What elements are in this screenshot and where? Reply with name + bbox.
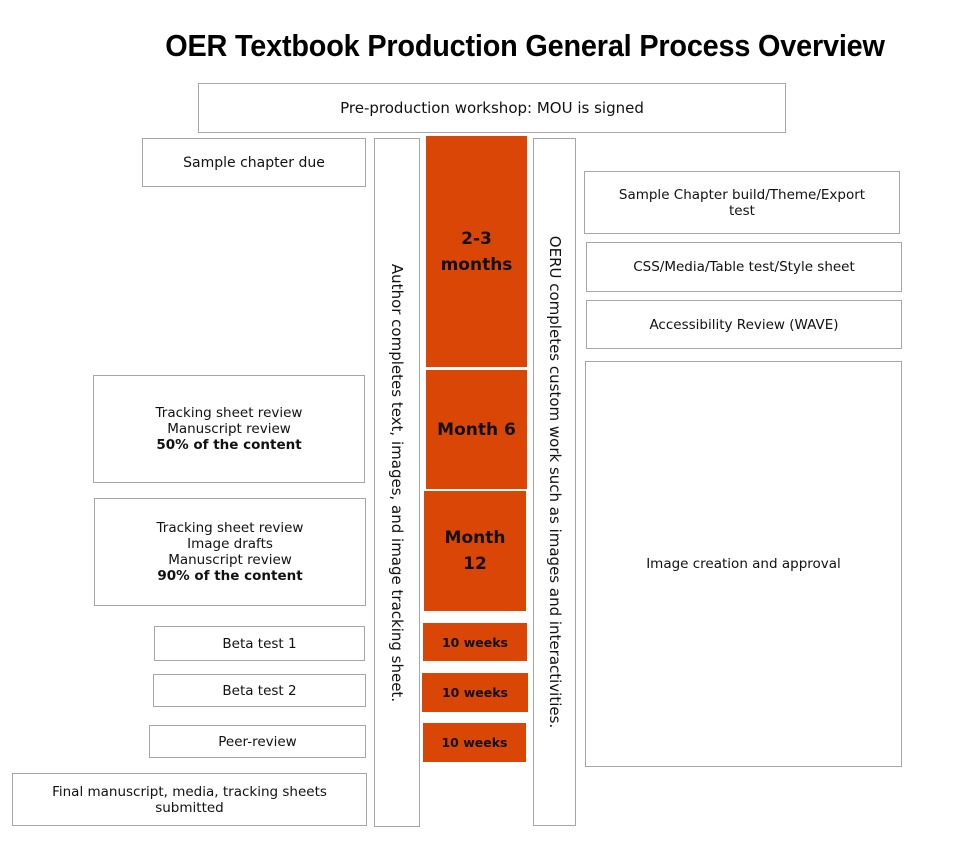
task-label: Sample Chapter build/Theme/Export	[618, 186, 866, 203]
milestone-label: Beta test 2	[222, 682, 297, 699]
milestone-beta-test-1: Beta test 1	[154, 626, 365, 661]
milestone-label: submitted	[155, 799, 224, 816]
timeline-label: Month 6	[437, 419, 516, 440]
timeline-block: 10 weeks	[423, 723, 526, 762]
milestone-sample-chapter: Sample chapter due	[142, 138, 366, 187]
author-column: Author completes text, images, and image…	[374, 138, 420, 827]
milestone-label: Beta test 1	[222, 635, 297, 652]
milestone-highlight: 90% of the content	[157, 568, 303, 584]
timeline-label: 2-3	[461, 228, 492, 249]
timeline-block: Month 12	[424, 491, 526, 611]
milestone-beta-test-2: Beta test 2	[153, 674, 366, 707]
milestone-highlight: 50% of the content	[156, 437, 302, 453]
oeru-column: OERU completes custom work such as image…	[533, 138, 576, 826]
pre-production-box: Pre-production workshop: MOU is signed	[198, 83, 786, 133]
task-label: Image creation and approval	[646, 556, 841, 572]
task-css-media-table: CSS/Media/Table test/Style sheet	[586, 242, 902, 292]
milestone-final-submission: Final manuscript, media, tracking sheets…	[12, 773, 367, 826]
task-sample-chapter-build: Sample Chapter build/Theme/Export test	[584, 171, 900, 234]
timeline-block: 10 weeks	[423, 623, 527, 661]
task-label: Accessibility Review (WAVE)	[649, 316, 839, 333]
milestone-label: Final manuscript, media, tracking sheets	[52, 783, 327, 800]
milestone-label: Manuscript review	[167, 421, 291, 437]
pre-production-label: Pre-production workshop: MOU is signed	[340, 99, 644, 117]
diagram-title: OER Textbook Production General Process …	[165, 28, 885, 63]
timeline-label: 10 weeks	[441, 685, 508, 700]
timeline-block: Month 6	[426, 370, 527, 489]
milestone-90-percent: Tracking sheet review Image drafts Manus…	[94, 498, 366, 606]
timeline-block: 2-3 months	[426, 136, 527, 367]
task-image-creation: Image creation and approval	[585, 361, 902, 767]
milestone-peer-review: Peer-review	[149, 725, 366, 758]
milestone-label: Tracking sheet review	[156, 520, 304, 536]
timeline-block: 10 weeks	[422, 673, 528, 712]
milestone-label: Sample chapter due	[183, 154, 325, 171]
milestone-label: Tracking sheet review	[155, 405, 303, 421]
milestone-label: Image drafts	[187, 536, 273, 552]
timeline-label: 12	[463, 554, 487, 574]
task-label: test	[729, 202, 755, 219]
author-column-label: Author completes text, images, and image…	[388, 263, 406, 702]
task-label: CSS/Media/Table test/Style sheet	[633, 259, 855, 275]
milestone-50-percent: Tracking sheet review Manuscript review …	[93, 375, 365, 483]
timeline-label: months	[440, 254, 513, 275]
timeline-label: 10 weeks	[441, 735, 508, 750]
timeline-label: 10 weeks	[441, 634, 508, 650]
milestone-label: Peer-review	[218, 733, 297, 750]
task-accessibility-review: Accessibility Review (WAVE)	[586, 300, 902, 349]
timeline-label: Month	[444, 528, 506, 548]
oeru-column-label: OERU completes custom work such as image…	[545, 235, 564, 729]
milestone-label: Manuscript review	[168, 552, 292, 568]
